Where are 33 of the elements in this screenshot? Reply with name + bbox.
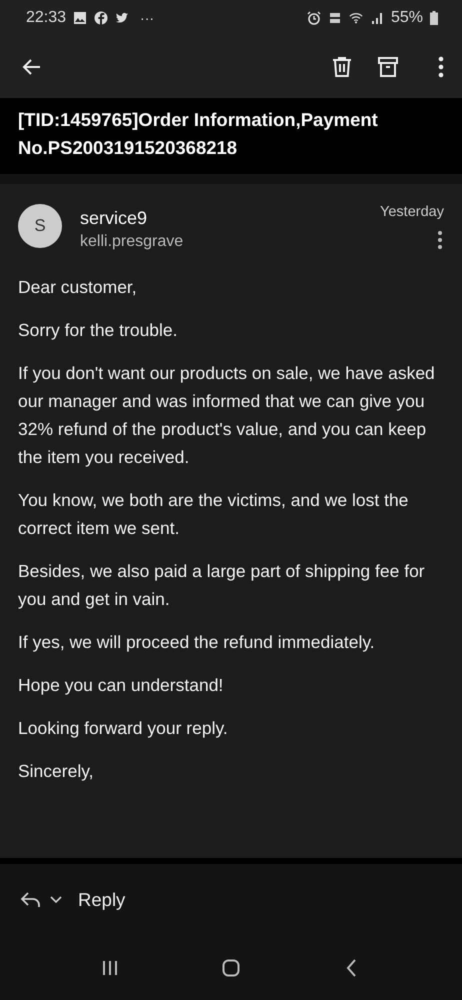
email-paragraph: Sorry for the trouble. (18, 319, 179, 342)
reply-button[interactable]: Reply (78, 889, 126, 911)
chevron-down-icon[interactable] (50, 896, 62, 904)
more-options-icon[interactable] (438, 56, 444, 78)
email-subject: [TID:1459765]Order Information,Payment No.PS2003191520368218 (0, 98, 462, 174)
email-paragraph: If you don't want our products on sale, we have asked our manager and was informed that we can give you 32% refund of the product's value, and you can keep the item you received. (18, 362, 436, 469)
more-notifications: ··· (140, 10, 154, 26)
more-options-icon[interactable] (437, 230, 443, 250)
signal-icon (370, 11, 384, 25)
alarm-icon (306, 11, 321, 25)
battery-icon (430, 11, 438, 25)
delete-icon[interactable] (330, 55, 354, 79)
home-icon[interactable] (222, 959, 240, 977)
email-paragraph: Looking forward your reply. (18, 717, 229, 740)
recent-apps-icon[interactable] (101, 959, 120, 977)
gallery-icon (73, 11, 88, 25)
status-time: 22:33 (26, 9, 66, 27)
reply-icon[interactable] (20, 891, 42, 909)
sender-avatar: S (18, 204, 62, 248)
email-date: Yesterday (380, 204, 444, 220)
sender-address: kelli.presgrave (80, 233, 184, 251)
email-paragraph: Besides, we also paid a large part of shipping fee for you and get in vain. (18, 560, 426, 611)
sender-name: service9 (80, 208, 148, 229)
archive-icon[interactable] (376, 55, 400, 79)
email-paragraph: Dear customer, (18, 276, 138, 299)
email-paragraph: Hope you can understand! (18, 674, 224, 697)
facebook-icon (94, 11, 108, 25)
email-paragraph: If yes, we will proceed the refund immediately. (18, 631, 376, 654)
email-paragraph: You know, we both are the victims, and we lost the correct item we sent. (18, 489, 410, 540)
battery-level: 55% (390, 9, 423, 27)
bird-icon (115, 11, 130, 25)
wifi-icon (348, 11, 363, 25)
email-paragraph: Sincerely, (18, 760, 95, 783)
